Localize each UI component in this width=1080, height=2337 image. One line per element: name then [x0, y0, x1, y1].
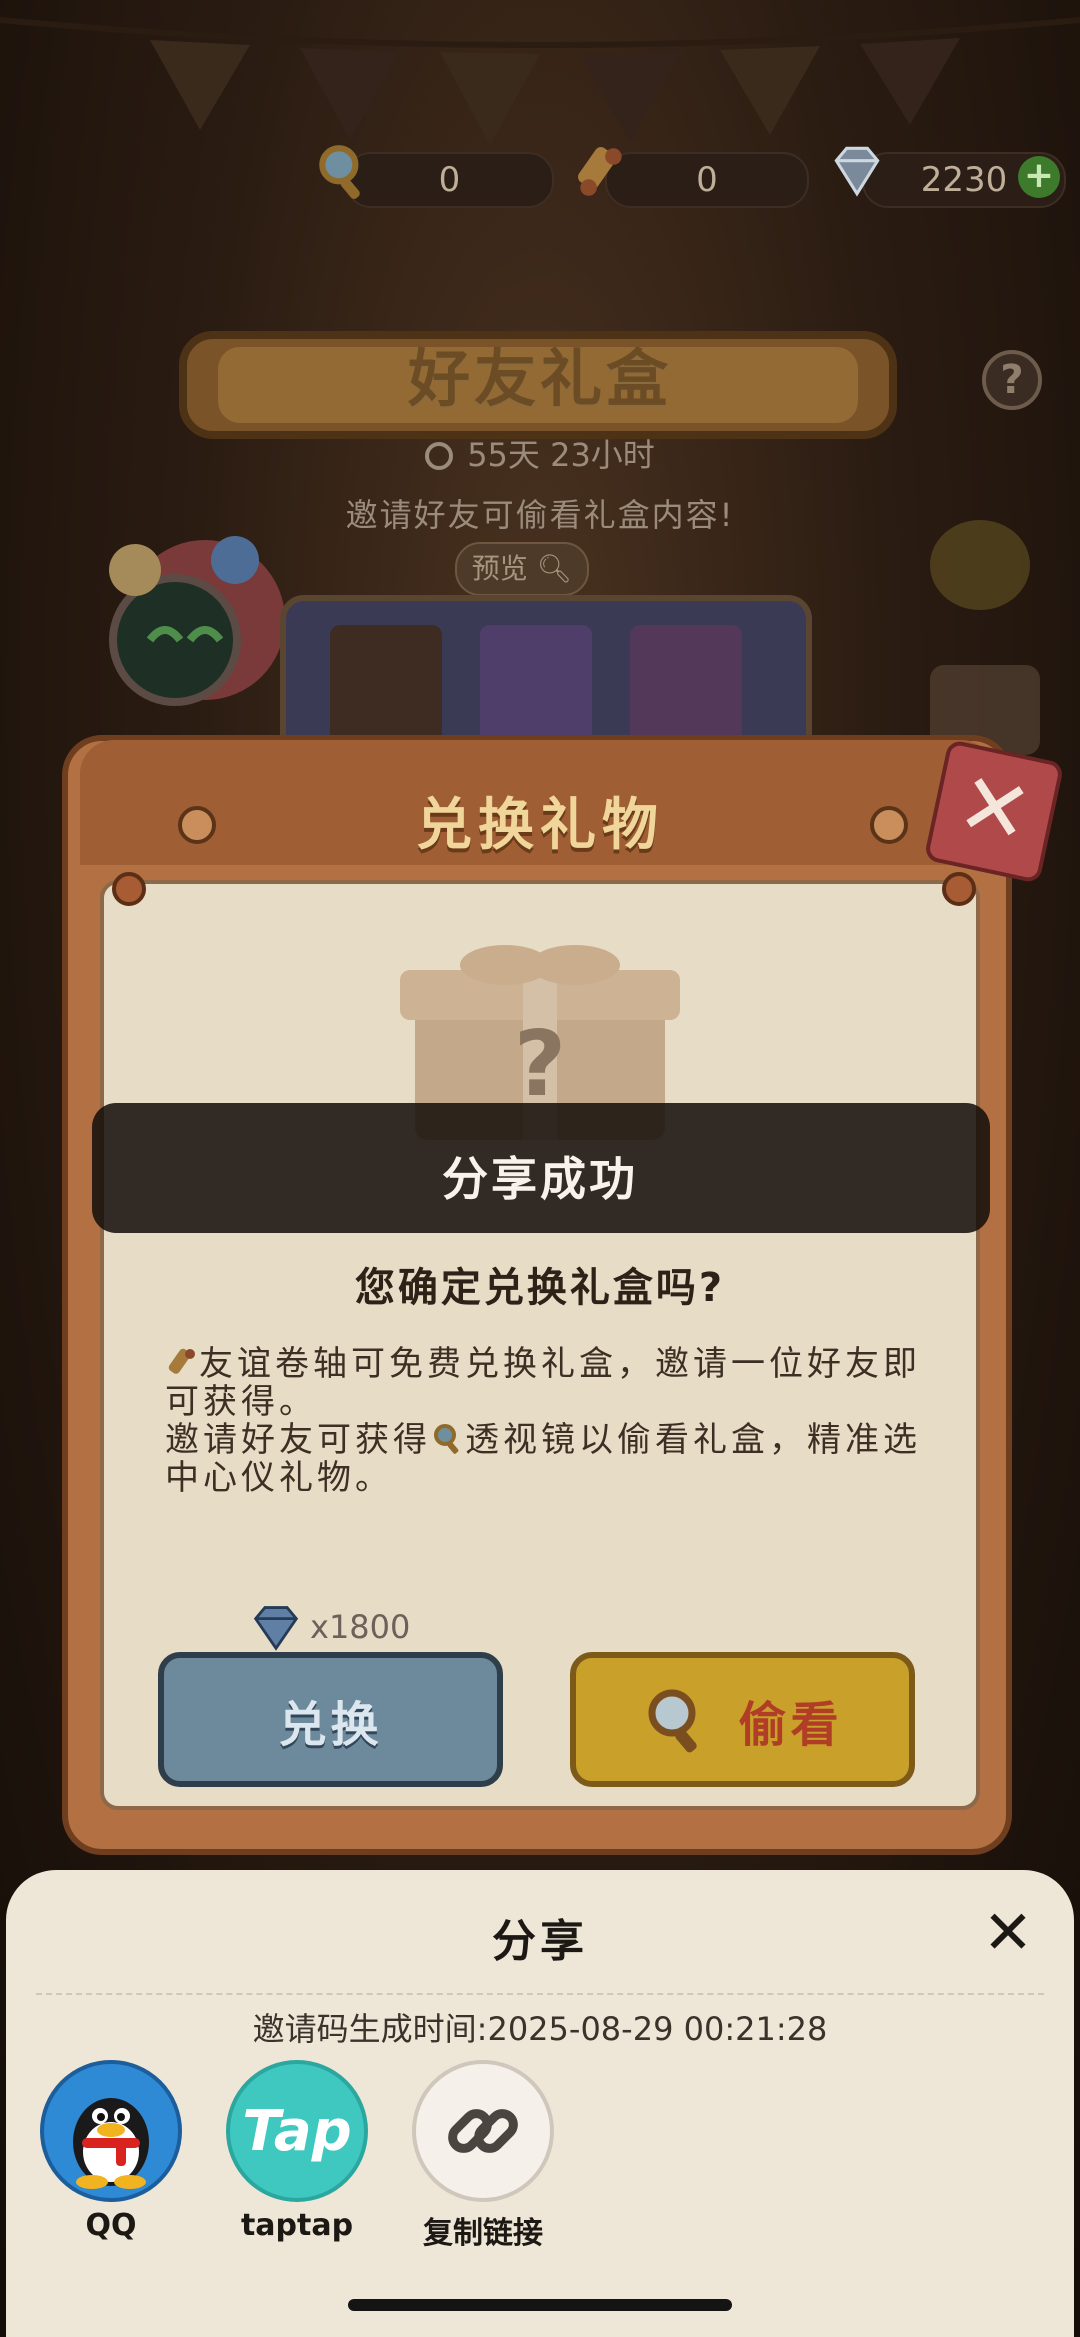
task-check-icon[interactable] [930, 520, 1030, 610]
link-icon [448, 2109, 518, 2153]
scroll-icon [168, 1348, 195, 1374]
help-button[interactable]: ? [982, 350, 1042, 410]
home-indicator[interactable] [348, 2299, 732, 2311]
toast-text: 分享成功 [442, 1152, 638, 1206]
confirm-question: 您确定兑换礼盒吗? [354, 1265, 726, 1311]
share-title: 分享 [492, 1916, 588, 1967]
dialog-close-button[interactable]: ✕ [923, 739, 1065, 884]
scroll-icon [578, 147, 622, 196]
scroll-counter: 0 [605, 152, 809, 208]
share-taptap[interactable]: Tap taptap [222, 2060, 372, 2243]
diamond-icon [834, 146, 880, 197]
exchange-price: x1800 [248, 1602, 410, 1652]
magnifier-icon [319, 145, 360, 199]
qq-icon [73, 2098, 149, 2189]
exchange-description: 友谊卷轴可免费兑换礼盒，邀请一位好友即可获得。 邀请好友可获得 透视镜以偷看礼盒… [165, 1344, 921, 1498]
share-copy-link[interactable]: 复制链接 [408, 2060, 558, 2252]
clock-icon [425, 442, 454, 470]
svg-text:?: ? [514, 1012, 566, 1117]
countdown-timer: 55天 23小时 [0, 430, 1080, 476]
dialog-title: 兑换礼物 [416, 793, 664, 858]
share-qq[interactable]: QQ [36, 2060, 186, 2243]
pin-icon [942, 872, 976, 906]
magnifier-icon [648, 1689, 698, 1752]
magnifier-icon [434, 1424, 459, 1454]
share-label-qq: QQ [85, 2208, 137, 2243]
event-title: 好友礼盒 [407, 342, 672, 415]
magnifier-counter: 0 [345, 152, 554, 208]
bunting-decoration [0, 17, 1080, 145]
preview-button[interactable]: 预览 🔍︎ [455, 542, 589, 596]
pin-icon [112, 872, 146, 906]
share-label-copy-link: 复制链接 [423, 2216, 543, 2251]
add-diamond-button[interactable]: + [1018, 156, 1060, 198]
divider [36, 1993, 1044, 1995]
taptap-icon: Tap [226, 2060, 368, 2202]
share-close-button[interactable]: ✕ [980, 1903, 1036, 1963]
share-label-taptap: taptap [240, 2208, 354, 2243]
diamond-icon [253, 1606, 299, 1651]
peek-button[interactable]: 偷看 [570, 1652, 915, 1787]
invite-code-time: 邀请码生成时间:2025-08-29 00:21:28 [252, 2010, 828, 2048]
exchange-button[interactable]: 兑换 [158, 1652, 503, 1787]
